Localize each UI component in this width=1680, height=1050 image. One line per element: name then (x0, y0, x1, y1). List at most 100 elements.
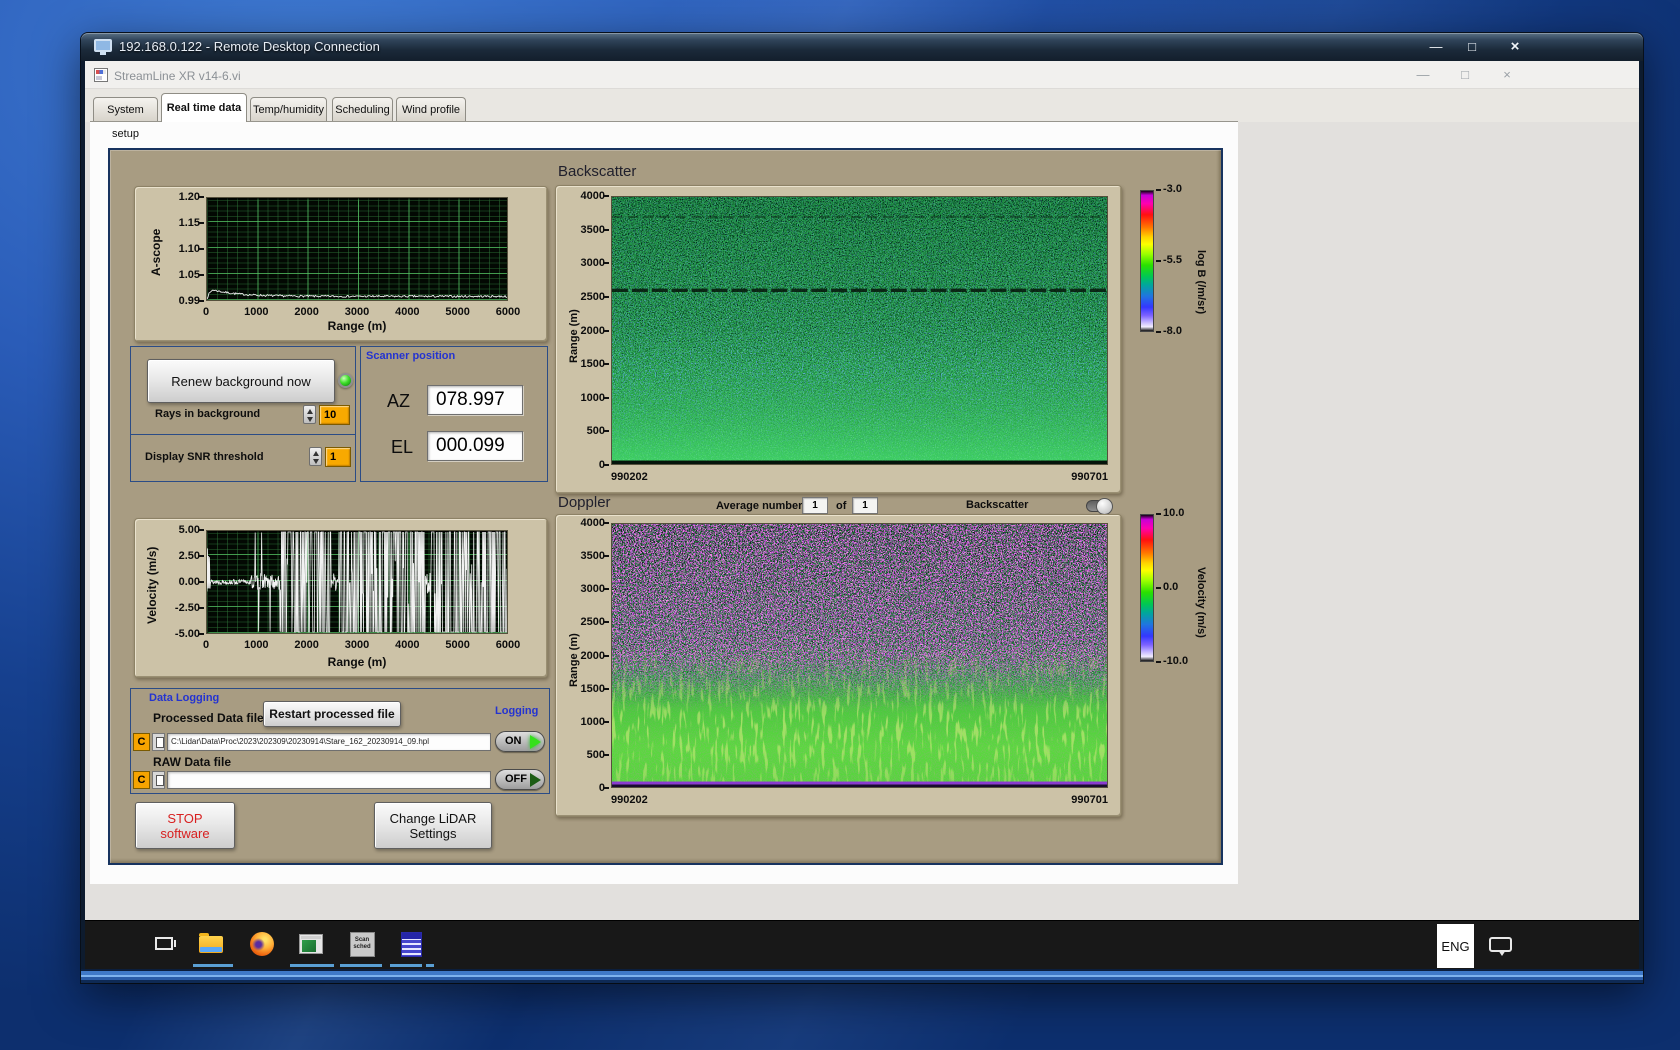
data-logging-box: Data Logging Processed Data file Restart… (130, 688, 550, 794)
week-document-icon[interactable] (397, 930, 425, 958)
rays-value-field[interactable]: 10 (319, 405, 350, 425)
file-explorer-icon[interactable] (197, 930, 225, 958)
average-total-field[interactable]: 1 (852, 497, 878, 514)
stop-software-line2: software (160, 825, 210, 841)
x-tick-label: 2000 (294, 306, 319, 318)
backscatter-x-start-label: 990202 (611, 471, 648, 483)
processed-path-browse-icon[interactable] (152, 733, 165, 751)
processed-logging-toggle[interactable]: ON (495, 731, 545, 752)
backscatter-toggle-label: Backscatter (966, 499, 1029, 511)
y-tick-label: 1.10 (178, 243, 200, 255)
y-tick-label: 3500 (580, 550, 605, 563)
streamline-window-icon[interactable] (297, 930, 325, 958)
doppler-colorbar-mid: 0.0 (1163, 581, 1179, 593)
restart-processed-file-button[interactable]: Restart processed file (263, 701, 401, 727)
rays-spinner[interactable] (303, 405, 316, 424)
language-badge[interactable]: ENG (1437, 924, 1474, 968)
processed-path-field[interactable]: C:\Lidar\Data\Proc\2023\202309\20230914\… (167, 733, 491, 751)
y-tick-mark (199, 555, 204, 557)
doppler-x-start-label: 990202 (611, 794, 648, 806)
y-tick-label: 1000 (580, 391, 605, 404)
running-indicator (290, 964, 334, 967)
doppler-title: Doppler (558, 494, 611, 511)
backscatter-colorbar-label: log B (/m/sr) (1195, 249, 1207, 315)
backscatter-colorbar-tick (1156, 189, 1161, 191)
y-tick-mark (604, 363, 609, 366)
y-tick-label: 1.05 (178, 269, 200, 281)
y-tick-label: 0 (598, 459, 605, 471)
running-indicator (193, 964, 233, 967)
backscatter-title: Backscatter (558, 163, 637, 180)
processed-toggle-led-icon (530, 735, 541, 749)
task-view-icon[interactable] (150, 930, 178, 958)
tab-real-time-data[interactable]: Real time data (161, 93, 247, 122)
y-tick-mark (604, 720, 609, 723)
app-minimize-button[interactable]: — (1405, 65, 1441, 85)
rdp-close-button[interactable]: × (1491, 36, 1539, 57)
y-tick-mark (199, 274, 204, 276)
raw-path-browse-icon[interactable] (152, 771, 165, 789)
raw-toggle-led-icon (530, 773, 541, 787)
doppler-colorbar-tick (1156, 587, 1161, 589)
raw-drive-selector[interactable]: C (133, 771, 150, 789)
rdp-window-title: 192.168.0.122 - Remote Desktop Connectio… (119, 39, 380, 54)
tab-temp-humidity[interactable]: Temp/humidity (250, 97, 327, 121)
y-tick-mark (604, 555, 609, 558)
snr-threshold-box: Display SNR threshold 1 (130, 434, 356, 482)
notification-chat-icon[interactable] (1489, 937, 1512, 956)
tab-wind-profile[interactable]: Wind profile (396, 97, 466, 121)
ascope-trace-svg (207, 289, 507, 300)
tab-system-setup[interactable]: System setup (93, 97, 158, 140)
x-tick-label: 6000 (495, 306, 521, 318)
app-close-button[interactable]: × (1489, 65, 1525, 85)
stop-software-button[interactable]: STOP software (135, 802, 235, 849)
y-tick-label: 3500 (580, 223, 605, 236)
raw-logging-toggle[interactable]: OFF (495, 769, 545, 790)
renew-background-led (338, 373, 353, 388)
processed-drive-selector[interactable]: C (133, 733, 150, 751)
y-tick-label: 5.00 (178, 524, 200, 536)
app-titlebar[interactable]: StreamLine XR v14-6.vi — □ × (85, 61, 1639, 89)
x-tick-label: 5000 (445, 639, 470, 651)
firefox-icon[interactable] (248, 930, 276, 958)
change-lidar-settings-button[interactable]: Change LiDAR Settings (374, 802, 492, 849)
ascope-plot-area (206, 197, 508, 301)
y-tick-mark (199, 581, 204, 583)
y-tick-label: 3000 (580, 257, 605, 270)
y-tick-mark (604, 430, 609, 433)
y-tick-label: 4000 (580, 190, 605, 202)
labview-vi-icon (94, 68, 108, 82)
x-tick-label: 1000 (244, 639, 269, 651)
y-tick-mark (604, 396, 609, 399)
x-tick-label: 0 (202, 639, 210, 651)
y-tick-label: 1.20 (178, 191, 200, 203)
y-tick-label: 0 (598, 782, 605, 794)
average-number-label: Average number (716, 500, 803, 512)
rdp-minimize-button[interactable]: — (1419, 36, 1453, 57)
app-window-title: StreamLine XR v14-6.vi (114, 69, 241, 83)
y-tick-label: 2000 (580, 324, 605, 337)
y-tick-mark (604, 687, 609, 690)
rdp-titlebar[interactable]: 192.168.0.122 - Remote Desktop Connectio… (81, 33, 1643, 61)
processed-data-file-label: Processed Data file (153, 711, 264, 725)
raw-path-field[interactable] (167, 771, 491, 789)
y-tick-label: 2500 (580, 290, 605, 303)
rdp-maximize-button[interactable]: □ (1455, 36, 1489, 57)
raw-data-file-label: RAW Data file (153, 755, 232, 769)
rays-in-background-label: Rays in background (155, 408, 261, 420)
app-restore-button[interactable]: □ (1447, 65, 1483, 85)
velocity-plot-area (206, 530, 508, 634)
y-tick-mark (604, 262, 609, 265)
x-tick-label: 4000 (395, 639, 420, 651)
az-label: AZ (387, 391, 411, 411)
renew-background-button[interactable]: Renew background now (147, 359, 335, 403)
tab-scheduling[interactable]: Scheduling (332, 97, 393, 121)
scan-scheduler-icon[interactable]: Scan sched (348, 930, 376, 958)
snr-spinner[interactable] (309, 447, 322, 466)
snr-value-field[interactable]: 1 (325, 447, 351, 467)
backscatter-display-toggle[interactable] (1086, 498, 1113, 515)
y-tick-mark (199, 633, 204, 635)
scan-scheduler-line2: sched (353, 944, 371, 950)
average-current-field[interactable]: 1 (802, 497, 828, 514)
data-logging-title: Data Logging (149, 692, 220, 704)
